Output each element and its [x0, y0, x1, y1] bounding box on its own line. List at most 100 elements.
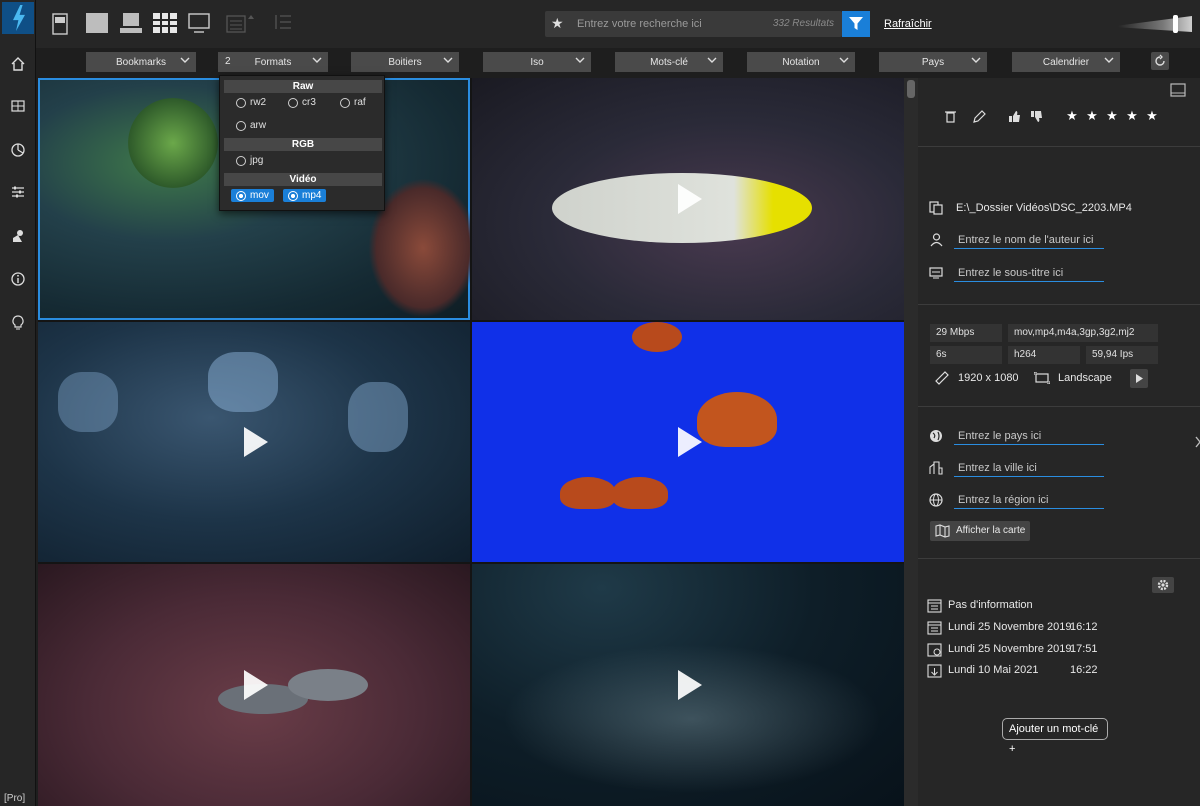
trash-icon[interactable]: [942, 108, 958, 124]
copy-path-icon[interactable]: [928, 200, 944, 216]
play-icon[interactable]: [244, 427, 268, 457]
grid-view-icon[interactable]: [153, 13, 177, 35]
format-option-rw2[interactable]: rw2: [236, 97, 266, 108]
top-toolbar: ★ Entrez votre recherche ici 332 Resulta…: [36, 0, 1200, 48]
rating-star-4-icon[interactable]: ★: [1124, 108, 1140, 124]
statistics-icon[interactable]: [8, 140, 28, 160]
raw-section-title: Raw: [224, 80, 382, 93]
library-icon[interactable]: [8, 96, 28, 116]
format-option-mov[interactable]: mov: [231, 189, 274, 202]
format-option-label: raf: [354, 97, 366, 108]
thumbnail-reef-fish[interactable]: [38, 564, 470, 806]
notation-dropdown[interactable]: Notation: [747, 52, 855, 72]
rgb-section-title: RGB: [224, 138, 382, 151]
format-option-cr3[interactable]: cr3: [288, 97, 316, 108]
calendar-imported-icon: [926, 662, 942, 678]
subtitle-icon: [928, 265, 944, 281]
file-path: E:\_Dossier Vidéos\DSC_2203.MP4: [956, 202, 1132, 214]
list-order-icon[interactable]: [274, 13, 296, 35]
monitor-icon[interactable]: [188, 13, 210, 35]
reset-filters-button[interactable]: [1151, 52, 1169, 70]
format-option-label: arw: [250, 120, 267, 131]
iso-dropdown[interactable]: Iso: [483, 52, 591, 72]
settings-sliders-icon[interactable]: [8, 182, 28, 202]
search-input[interactable]: Entrez votre recherche ici: [577, 18, 702, 30]
mots-cle-dropdown[interactable]: Mots-clé: [615, 52, 723, 72]
home-icon[interactable]: [8, 54, 28, 74]
thumbnail-size-slider[interactable]: [1118, 16, 1192, 32]
add-keyword-button[interactable]: Ajouter un mot-clé +: [1002, 718, 1108, 755]
format-option-raf[interactable]: raf: [340, 97, 366, 108]
rating-star-5-icon[interactable]: ★: [1144, 108, 1160, 124]
large-thumb-view-icon[interactable]: [86, 13, 108, 35]
date-modified: Lundi 25 Novembre 2019: [948, 643, 1072, 655]
date-settings-button[interactable]: [1152, 577, 1174, 593]
date-imported: Lundi 10 Mai 2021: [948, 664, 1039, 676]
thumbnail-comb-jellies[interactable]: [38, 322, 470, 562]
results-count: 332 Resultats: [772, 18, 834, 29]
time-imported: 16:22: [1070, 664, 1098, 676]
ruler-icon: [934, 370, 950, 386]
date-created: Lundi 25 Novembre 2019: [948, 621, 1072, 633]
pays-dropdown[interactable]: Pays: [879, 52, 987, 72]
divider: [918, 146, 1200, 147]
search-box[interactable]: ★ Entrez votre recherche ici 332 Resulta…: [545, 11, 842, 37]
landscape-icon: [1034, 370, 1050, 386]
formats-dropdown[interactable]: 2 Formats: [218, 52, 328, 72]
refresh-link[interactable]: Rafraîchir: [884, 18, 932, 30]
show-map-button[interactable]: Afficher la carte: [930, 521, 1030, 541]
left-sidebar: [Pro]: [0, 0, 36, 806]
subtitle-input[interactable]: Entrez le sous-titre ici: [954, 267, 1104, 282]
map-icon: [935, 524, 950, 538]
panel-toggle-icon[interactable]: [1170, 82, 1186, 98]
thumbnail-yellow-fish[interactable]: [472, 78, 904, 320]
divider: [918, 558, 1200, 559]
rating-star-1-icon[interactable]: ★: [1064, 108, 1080, 124]
format-option-label: jpg: [250, 155, 264, 166]
thumbnail-orange-jellyfish[interactable]: [472, 322, 904, 562]
author-input[interactable]: Entrez le nom de l'auteur ici: [954, 234, 1104, 249]
format-option-mp4[interactable]: mp4: [283, 189, 327, 202]
country-input[interactable]: Entrez le pays ici: [954, 430, 1104, 445]
chevron-down-icon: [180, 57, 190, 63]
iso-label: Iso: [530, 56, 544, 68]
chevron-down-icon: [707, 57, 717, 63]
info-icon[interactable]: [8, 269, 28, 289]
filter-bar: Bookmarks 2 Formats Boitiers Iso Mots-cl…: [36, 48, 1200, 78]
grid-scrollbar-thumb[interactable]: [907, 80, 915, 98]
thumbs-up-icon[interactable]: [1006, 108, 1022, 124]
format-option-jpg[interactable]: jpg: [236, 155, 263, 166]
thumbs-down-icon[interactable]: [1028, 108, 1044, 124]
favorites-star-icon[interactable]: ★: [551, 15, 564, 32]
formats-label: Formats: [254, 56, 292, 68]
author-icon: [928, 232, 944, 248]
calendar-sort-icon[interactable]: [226, 13, 254, 35]
date-unknown: Pas d'information: [948, 599, 1033, 611]
format-option-arw[interactable]: arw: [236, 120, 266, 131]
lightbulb-icon[interactable]: [8, 312, 28, 332]
city-input[interactable]: Entrez la ville ici: [954, 462, 1104, 477]
region-input[interactable]: Entrez la région ici: [954, 494, 1104, 509]
rating-star-2-icon[interactable]: ★: [1084, 108, 1100, 124]
time-created: 16:12: [1070, 621, 1098, 633]
play-preview-button[interactable]: [1130, 369, 1148, 388]
people-icon[interactable]: [8, 226, 28, 246]
thumbnail-size-slider-handle[interactable]: [1173, 15, 1178, 33]
single-view-icon[interactable]: [52, 13, 74, 35]
pencil-icon[interactable]: [971, 108, 987, 124]
mots-cle-label: Mots-clé: [650, 56, 688, 68]
filmstrip-view-icon[interactable]: [120, 13, 142, 35]
thumbnail-fish-school[interactable]: [472, 564, 904, 806]
chevron-right-icon[interactable]: [1190, 434, 1200, 450]
format-option-label: mp4: [302, 190, 322, 201]
grid-scrollbar[interactable]: [904, 78, 918, 806]
bookmarks-dropdown[interactable]: Bookmarks: [86, 52, 196, 72]
boitiers-dropdown[interactable]: Boitiers: [351, 52, 459, 72]
calendrier-dropdown[interactable]: Calendrier: [1012, 52, 1120, 72]
container-formats-value: mov,mp4,m4a,3gp,3g2,mj2: [1008, 324, 1158, 342]
format-option-label: rw2: [250, 97, 267, 108]
chevron-down-icon: [1104, 57, 1114, 63]
filter-button[interactable]: [842, 11, 870, 37]
globe-country-icon: [928, 428, 944, 444]
rating-star-3-icon[interactable]: ★: [1104, 108, 1120, 124]
